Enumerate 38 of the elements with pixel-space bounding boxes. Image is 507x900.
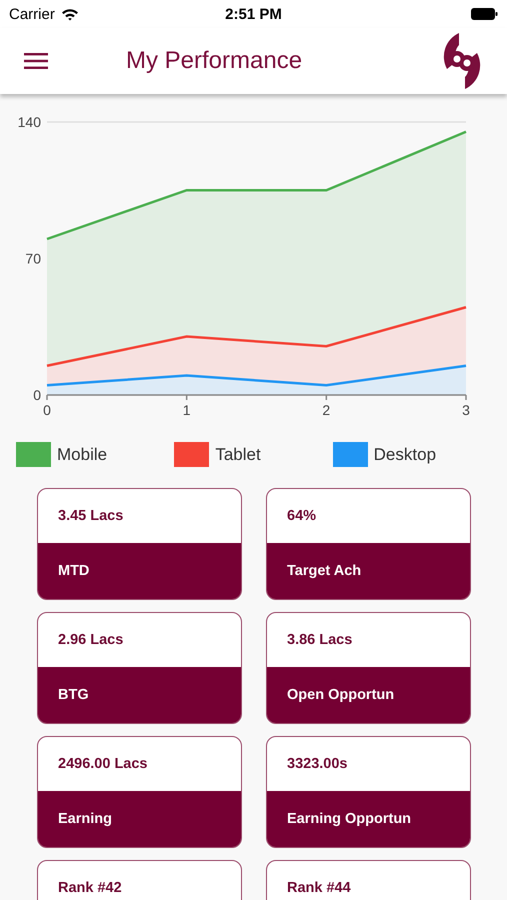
y-tick-label: 140 — [18, 114, 41, 130]
metric-card[interactable]: 2496.00 Lacs Earning — [37, 736, 242, 848]
wifi-icon — [60, 8, 79, 20]
y-tick-label: 0 — [33, 387, 41, 403]
metric-card[interactable]: Rank #42 — [37, 860, 242, 900]
metric-card[interactable]: Rank #44 — [266, 860, 471, 900]
x-tick-label: 3 — [462, 402, 470, 418]
metric-value: Rank #44 — [287, 880, 351, 896]
battery-icon — [471, 8, 498, 20]
metric-card[interactable]: 2.96 Lacs BTG — [37, 612, 242, 724]
metric-value: 2496.00 Lacs — [58, 756, 148, 772]
page-title: My Performance — [126, 47, 302, 75]
menu-icon[interactable] — [24, 52, 48, 70]
x-tick-label: 1 — [182, 402, 191, 418]
metric-card[interactable]: 3.45 Lacs MTD — [37, 488, 242, 600]
metric-label: Earning Opportun — [287, 811, 412, 827]
legend-label: Tablet — [215, 444, 261, 464]
metric-card[interactable]: 64% Target Ach — [266, 488, 471, 600]
metric-card[interactable]: 3323.00s Earning Opportun — [266, 736, 471, 848]
metric-label: Open Opportun — [287, 687, 394, 703]
x-tick-label: 2 — [322, 402, 330, 418]
metric-value: 2.96 Lacs — [58, 632, 124, 648]
metric-value: 64% — [287, 508, 316, 524]
metric-value: 3.86 Lacs — [287, 632, 352, 648]
metric-label: Target Ach — [287, 563, 362, 579]
metric-card[interactable]: 3.86 Lacs Open Opportun — [266, 612, 471, 724]
y-tick-label: 70 — [25, 250, 41, 266]
legend-label: Desktop — [374, 444, 436, 464]
metric-value: Rank #42 — [58, 880, 122, 896]
metric-label: Earning — [58, 811, 112, 827]
metric-label: MTD — [58, 563, 90, 579]
metric-label: BTG — [58, 687, 89, 703]
metric-value: 3.45 Lacs — [58, 508, 124, 524]
x-tick-label: 0 — [43, 402, 51, 418]
carrier-label: Carrier — [9, 6, 55, 22]
metric-value: 3323.00s — [287, 756, 348, 772]
clock-time: 2:51 PM — [224, 6, 283, 22]
legend-label: Mobile — [57, 444, 108, 464]
